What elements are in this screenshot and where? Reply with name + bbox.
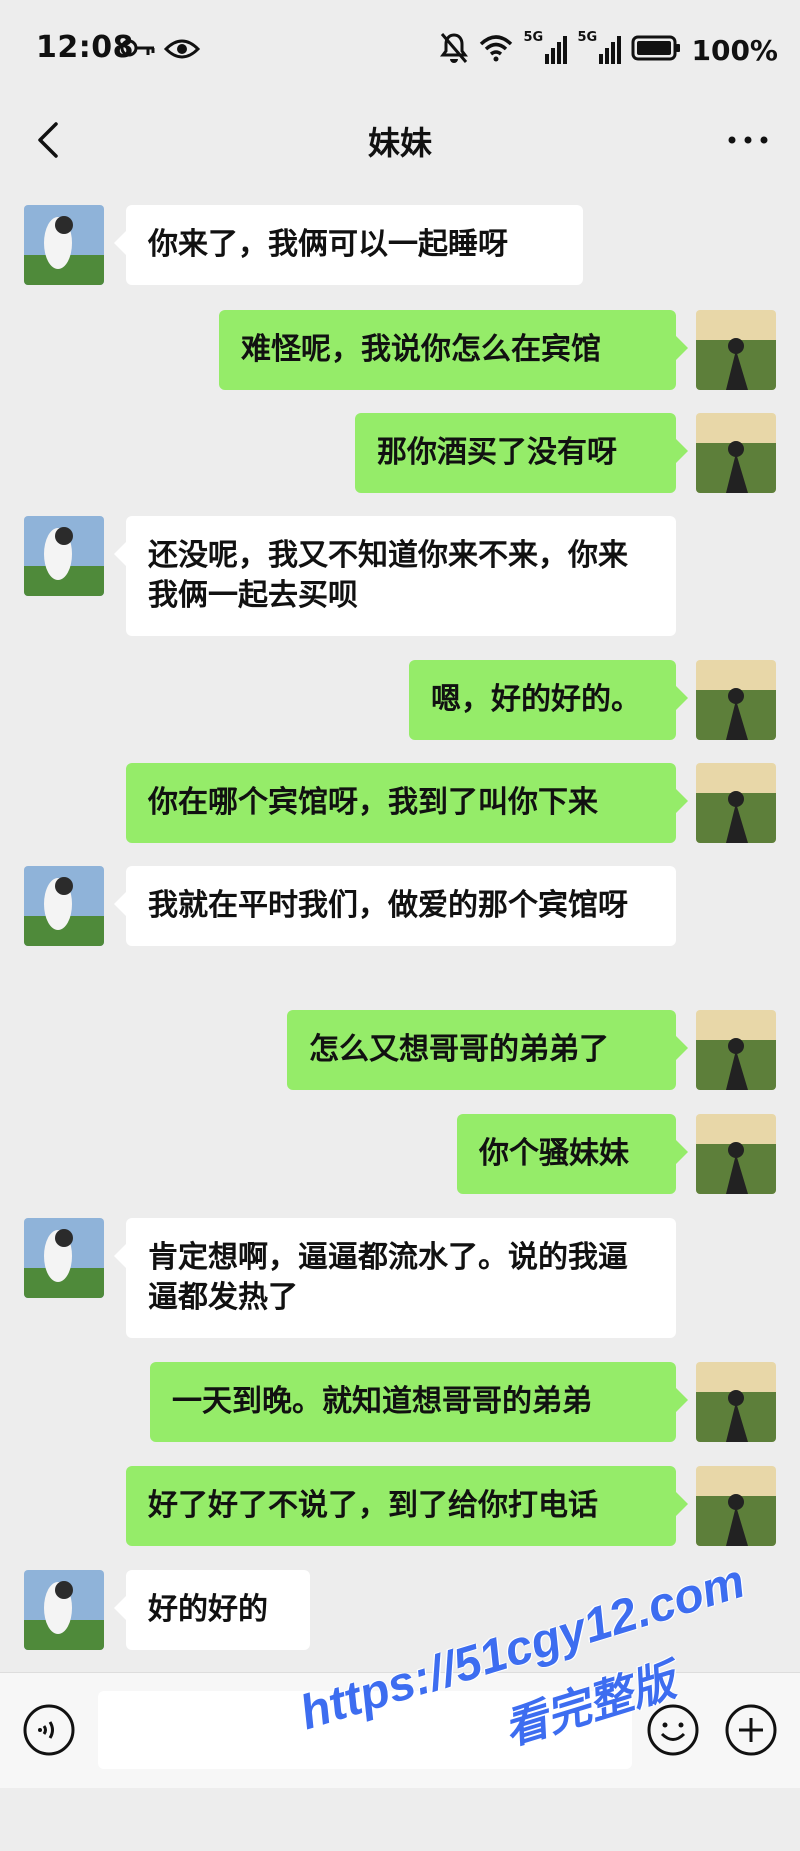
contact-avatar[interactable] — [24, 205, 104, 285]
message-bubble[interactable]: 怎么又想哥哥的弟弟了 — [287, 1010, 688, 1090]
user-avatar[interactable] — [696, 413, 776, 493]
wifi-icon — [479, 34, 513, 66]
contact-avatar[interactable] — [24, 516, 104, 596]
battery-percent: 100% — [691, 33, 778, 67]
contact-avatar[interactable] — [24, 866, 104, 946]
user-avatar[interactable] — [696, 1362, 776, 1442]
user-avatar[interactable] — [696, 1114, 776, 1194]
message-bubble[interactable]: 你个骚妹妹 — [457, 1114, 688, 1194]
user-avatar[interactable] — [696, 310, 776, 390]
message-bubble[interactable]: 肯定想啊，逼逼都流水了。说的我逼逼都发热了 — [114, 1218, 676, 1338]
message-bubble[interactable]: 你在哪个宾馆呀，我到了叫你下来 — [126, 763, 688, 843]
contact-avatar[interactable] — [24, 1570, 104, 1650]
emoji-icon[interactable] — [646, 1703, 700, 1757]
message-bubble[interactable]: 我就在平时我们，做爱的那个宾馆呀 — [114, 866, 676, 946]
battery-icon — [631, 35, 681, 65]
signal-icon: 5G — [577, 30, 622, 66]
key-icon — [120, 38, 156, 62]
message-bubble[interactable]: 那你酒买了没有呀 — [355, 413, 688, 493]
eye-icon — [163, 37, 201, 65]
message-bubble[interactable]: 好的好的 — [114, 1570, 310, 1650]
user-avatar[interactable] — [696, 660, 776, 740]
message-bubble[interactable]: 还没呢，我又不知道你来不来，你来我俩一起去买呗 — [114, 516, 676, 636]
message-input[interactable] — [98, 1691, 632, 1769]
message-bubble[interactable]: 你来了，我俩可以一起睡呀 — [114, 205, 583, 285]
message-bubble[interactable]: 难怪呢，我说你怎么在宾馆 — [219, 310, 688, 390]
chat-title: 妹妹 — [367, 124, 432, 162]
contact-avatar[interactable] — [24, 1218, 104, 1298]
input-bar — [0, 1672, 800, 1788]
message-bubble[interactable]: 一天到晚。就知道想哥哥的弟弟 — [150, 1362, 688, 1442]
plus-icon[interactable] — [724, 1703, 778, 1757]
more-dots-icon[interactable] — [720, 120, 776, 160]
user-avatar[interactable] — [696, 1010, 776, 1090]
chat-header: 妹妹 — [0, 100, 800, 180]
message-bubble[interactable]: 好了好了不说了，到了给你打电话 — [126, 1466, 688, 1546]
voice-icon[interactable] — [22, 1703, 76, 1757]
user-avatar[interactable] — [696, 763, 776, 843]
mute-bell-icon — [439, 32, 469, 68]
user-avatar[interactable] — [696, 1466, 776, 1546]
message-bubble[interactable]: 嗯，好的好的。 — [409, 660, 688, 740]
signal-icon: 5G — [523, 30, 568, 66]
status-bar: 12:08 5G 5G 100% — [0, 0, 800, 100]
